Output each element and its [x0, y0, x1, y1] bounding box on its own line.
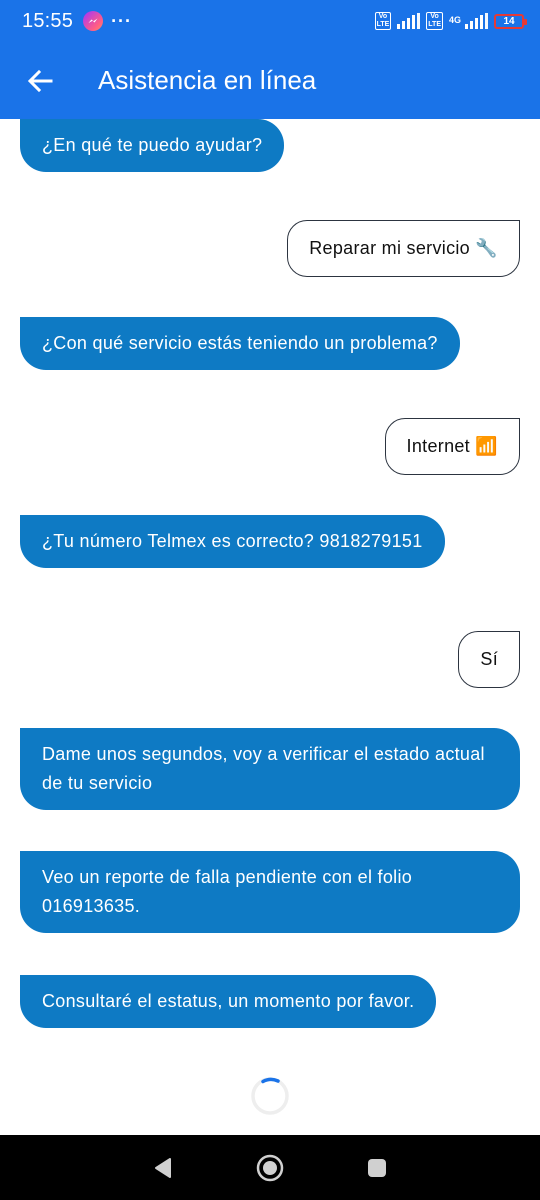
- signal-strength-icon: [397, 13, 421, 29]
- triangle-back-icon: [155, 1157, 172, 1178]
- square-recents-icon: [367, 1158, 386, 1177]
- nav-home-button[interactable]: [250, 1148, 290, 1188]
- bot-message: Veo un reporte de falla pendiente con el…: [20, 851, 520, 933]
- message-text: Internet 📶: [406, 436, 498, 456]
- arrow-left-icon: [27, 69, 53, 92]
- message-text: ¿En qué te puedo ayudar?: [42, 135, 263, 155]
- app-bar: Asistencia en línea: [0, 42, 540, 119]
- bot-message: Dame unos segundos, voy a verificar el e…: [20, 728, 520, 810]
- bot-message: Consultaré el estatus, un momento por fa…: [20, 975, 437, 1028]
- message-text: Reparar mi servicio 🔧: [309, 238, 498, 258]
- battery-icon: 14: [494, 13, 527, 29]
- nav-recents-button[interactable]: [357, 1148, 397, 1188]
- page-title: Asistencia en línea: [98, 65, 317, 95]
- status-indicators: Vo LTE Vo LTE 4G 14: [374, 12, 527, 30]
- battery-level: 14: [503, 15, 515, 27]
- message-text: Consultaré el estatus, un momento por fa…: [42, 991, 415, 1011]
- bot-message: ¿Tu número Telmex es correcto? 981827915…: [20, 515, 445, 568]
- nav-back-button[interactable]: [143, 1148, 183, 1188]
- loading-spinner-icon: [250, 1076, 290, 1116]
- message-text: ¿Con qué servicio estás teniendo un prob…: [42, 333, 438, 353]
- volte-icon: Vo LTE: [374, 12, 392, 30]
- message-text: ¿Tu número Telmex es correcto? 981827915…: [42, 531, 423, 551]
- back-button[interactable]: [0, 42, 80, 119]
- messenger-icon: [83, 11, 104, 31]
- bot-message: ¿En qué te puedo ayudar?: [20, 119, 285, 172]
- message-text: Dame unos segundos, voy a verificar el e…: [42, 744, 485, 793]
- circle-home-icon: [256, 1154, 284, 1181]
- system-navigation-bar: [0, 1135, 540, 1200]
- more-notifications-icon: ···: [111, 10, 133, 31]
- signal-strength-icon-2: [465, 13, 488, 29]
- message-text: Sí: [480, 649, 498, 669]
- status-bar: 15:55 ··· Vo LTE Vo LTE 4G 14: [0, 0, 540, 42]
- volte-icon-2: Vo LTE: [426, 12, 443, 30]
- network-type-label: 4G: [448, 15, 461, 25]
- bot-message: ¿Con qué servicio estás teniendo un prob…: [20, 317, 460, 370]
- status-time: 15:55: [22, 9, 74, 32]
- user-message: Internet 📶: [384, 418, 520, 475]
- user-message: Sí: [458, 631, 520, 688]
- chat-area[interactable]: ¿En qué te puedo ayudar? Reparar mi serv…: [0, 119, 540, 1135]
- message-text: Veo un reporte de falla pendiente con el…: [42, 867, 413, 916]
- user-message: Reparar mi servicio 🔧: [287, 220, 520, 277]
